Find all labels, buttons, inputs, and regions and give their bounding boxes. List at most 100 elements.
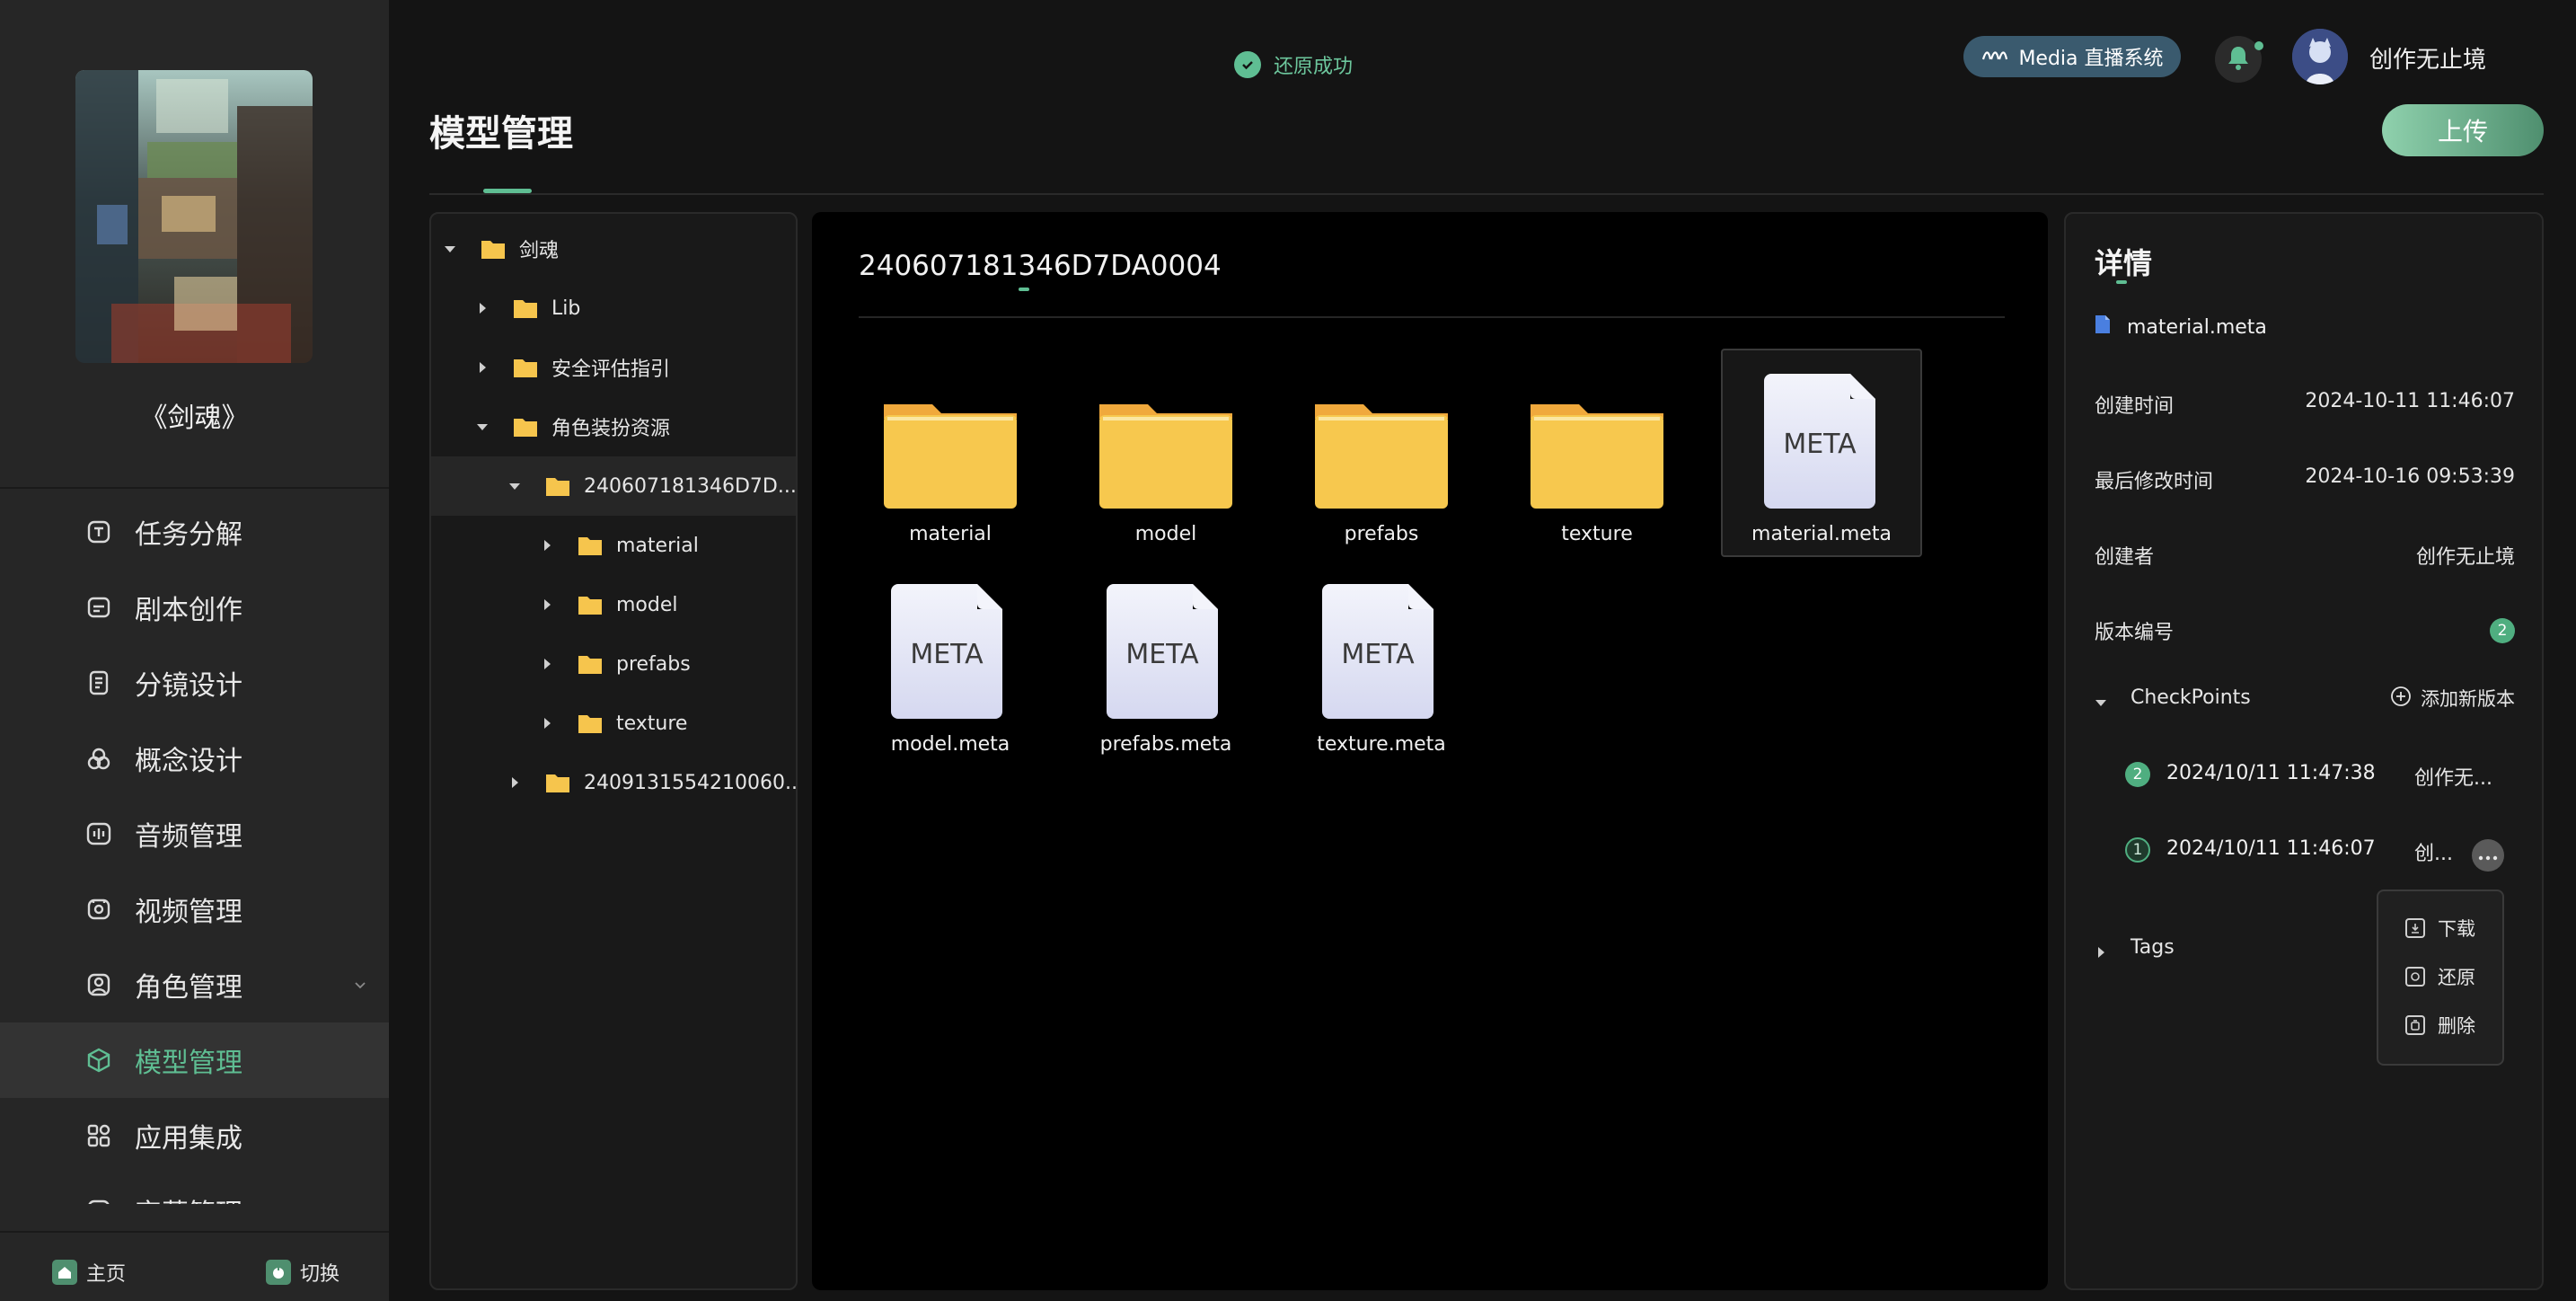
checkpoint-user: 创... bbox=[2414, 843, 2453, 865]
folder-icon bbox=[577, 534, 604, 557]
checkpoint-row[interactable]: 2 2024/10/11 11:47:38 创作无... bbox=[2125, 757, 2515, 792]
caret-down-icon[interactable] bbox=[474, 419, 490, 435]
nav-item-video[interactable]: 视频管理 bbox=[0, 872, 389, 947]
document-icon bbox=[2095, 314, 2111, 340]
meta-badge: META bbox=[910, 639, 984, 670]
checkpoints-label: CheckPoints bbox=[2130, 686, 2251, 709]
tree-row[interactable]: model bbox=[431, 575, 796, 634]
tree-label: 2409131554210060... bbox=[584, 771, 798, 794]
menu-item-delete[interactable]: 删除 bbox=[2405, 1012, 2475, 1039]
home-button[interactable]: 主页 bbox=[52, 1258, 126, 1287]
file-item-folder[interactable]: prefabs bbox=[1281, 350, 1482, 559]
detail-file-label: material.meta bbox=[2127, 315, 2267, 339]
menu-item-download[interactable]: 下载 bbox=[2405, 915, 2475, 942]
caret-right-icon[interactable] bbox=[539, 715, 555, 731]
created-value: 2024-10-11 11:46:07 bbox=[2305, 390, 2515, 412]
add-version-button[interactable]: 添加新版本 bbox=[2390, 685, 2515, 712]
menu-label: 还原 bbox=[2438, 967, 2475, 988]
file-item-folder[interactable]: model bbox=[1065, 350, 1266, 559]
chevron-down-icon[interactable] bbox=[351, 976, 369, 994]
caret-right-icon[interactable] bbox=[507, 774, 523, 791]
nav-item-task[interactable]: 任务分解 bbox=[0, 494, 389, 570]
caret-down-icon[interactable] bbox=[507, 478, 523, 494]
nav-item-storyboard[interactable]: 分镜设计 bbox=[0, 645, 389, 721]
nav-item-apps[interactable]: 应用集成 bbox=[0, 1098, 389, 1173]
sidebar-nav: 任务分解 剧本创作 分镜设计 概念设计 音频管理 视频管理 角色管理 模型管理 … bbox=[0, 494, 389, 1204]
tree-row[interactable]: 角色装扮资源 bbox=[431, 397, 796, 456]
file-browser-divider bbox=[859, 316, 2005, 318]
file-item-meta-selected[interactable]: META material.meta bbox=[1721, 349, 1922, 557]
avatar[interactable] bbox=[2292, 29, 2348, 84]
project-cover-image[interactable] bbox=[75, 70, 313, 363]
folder-icon bbox=[512, 415, 539, 438]
folder-icon bbox=[480, 237, 507, 261]
detail-row-creator: 创建者 创作无止境 bbox=[2095, 535, 2515, 571]
caret-right-icon[interactable] bbox=[474, 359, 490, 376]
file-item-folder[interactable]: material bbox=[850, 350, 1051, 559]
checkpoint-time: 2024/10/11 11:47:38 bbox=[2166, 762, 2376, 784]
checkpoints-header[interactable]: CheckPoints 添加新版本 bbox=[2095, 681, 2515, 717]
tree-label: texture bbox=[616, 712, 688, 735]
caret-down-icon[interactable] bbox=[2095, 692, 2107, 714]
switch-button[interactable]: 切换 bbox=[266, 1258, 340, 1287]
tree-label: Lib bbox=[551, 296, 581, 320]
nav-item-script[interactable]: 剧本创作 bbox=[0, 570, 389, 645]
storyboard-icon bbox=[84, 668, 113, 697]
nav-label: 应用集成 bbox=[135, 1123, 243, 1155]
menu-item-restore[interactable]: 还原 bbox=[2405, 963, 2475, 990]
nav-item-concept[interactable]: 概念设计 bbox=[0, 721, 389, 796]
checkpoint-row[interactable]: 1 2024/10/11 11:46:07 创... bbox=[2125, 832, 2515, 868]
tree-row[interactable]: 安全评估指引 bbox=[431, 338, 796, 397]
tags-label: Tags bbox=[2130, 936, 2175, 959]
caret-down-icon[interactable] bbox=[442, 241, 458, 257]
nav-item-model[interactable]: 模型管理 bbox=[0, 1022, 389, 1098]
nav-item-role[interactable]: 角色管理 bbox=[0, 947, 389, 1022]
created-label: 创建时间 bbox=[2095, 395, 2175, 418]
nav-label: 视频管理 bbox=[135, 897, 243, 928]
bell-icon bbox=[2226, 44, 2251, 75]
tree-row-selected[interactable]: 240607181346D7D... bbox=[431, 456, 796, 516]
modified-label: 最后修改时间 bbox=[2095, 471, 2214, 493]
caret-right-icon[interactable] bbox=[2095, 942, 2107, 964]
file-label: material bbox=[909, 523, 992, 545]
tree-row[interactable]: material bbox=[431, 516, 796, 575]
caret-right-icon[interactable] bbox=[539, 597, 555, 613]
caret-right-icon[interactable] bbox=[474, 300, 490, 316]
header-divider bbox=[429, 193, 2544, 195]
file-label: texture.meta bbox=[1317, 733, 1446, 756]
caret-right-icon[interactable] bbox=[539, 656, 555, 672]
file-item-meta[interactable]: META model.meta bbox=[850, 561, 1051, 769]
sidebar-divider bbox=[0, 487, 389, 489]
tree-row[interactable]: 2409131554210060... bbox=[431, 753, 796, 812]
upload-button[interactable]: 上传 bbox=[2382, 104, 2544, 156]
meta-file-icon: META bbox=[1311, 584, 1451, 719]
user-name[interactable]: 创作无止境 bbox=[2369, 41, 2486, 75]
media-label: Media 直播系统 bbox=[2018, 48, 2164, 70]
media-logo-icon bbox=[1981, 43, 2013, 70]
tree-label: prefabs bbox=[616, 652, 691, 676]
nav-item-subtitle[interactable]: 字幕管理 bbox=[0, 1173, 389, 1204]
media-live-button[interactable]: Media 直播系统 bbox=[1963, 36, 2181, 77]
notification-dot bbox=[2254, 41, 2263, 50]
download-icon bbox=[2405, 918, 2425, 938]
tree-row[interactable]: texture bbox=[431, 694, 796, 753]
toast-text: 还原成功 bbox=[1274, 56, 1354, 78]
file-item-folder[interactable]: texture bbox=[1496, 350, 1698, 559]
tree-row[interactable]: Lib bbox=[431, 279, 796, 338]
tree-row[interactable]: 剑魂 bbox=[431, 219, 796, 279]
tree-label: 剑魂 bbox=[519, 240, 560, 262]
file-item-meta[interactable]: META prefabs.meta bbox=[1065, 561, 1266, 769]
nav-item-audio[interactable]: 音频管理 bbox=[0, 796, 389, 872]
caret-right-icon[interactable] bbox=[539, 537, 555, 553]
folder-icon bbox=[512, 356, 539, 379]
detail-row-modified: 最后修改时间 2024-10-16 09:53:39 bbox=[2095, 460, 2515, 496]
tree-row[interactable]: prefabs bbox=[431, 634, 796, 694]
version-badge: 2 bbox=[2490, 618, 2515, 643]
menu-label: 删除 bbox=[2438, 1015, 2475, 1037]
more-options-button[interactable] bbox=[2472, 839, 2504, 872]
home-icon bbox=[52, 1260, 77, 1285]
folder-icon bbox=[577, 652, 604, 676]
meta-badge: META bbox=[1783, 429, 1857, 460]
file-item-meta[interactable]: META texture.meta bbox=[1281, 561, 1482, 769]
tree-label: 240607181346D7D... bbox=[584, 474, 797, 498]
